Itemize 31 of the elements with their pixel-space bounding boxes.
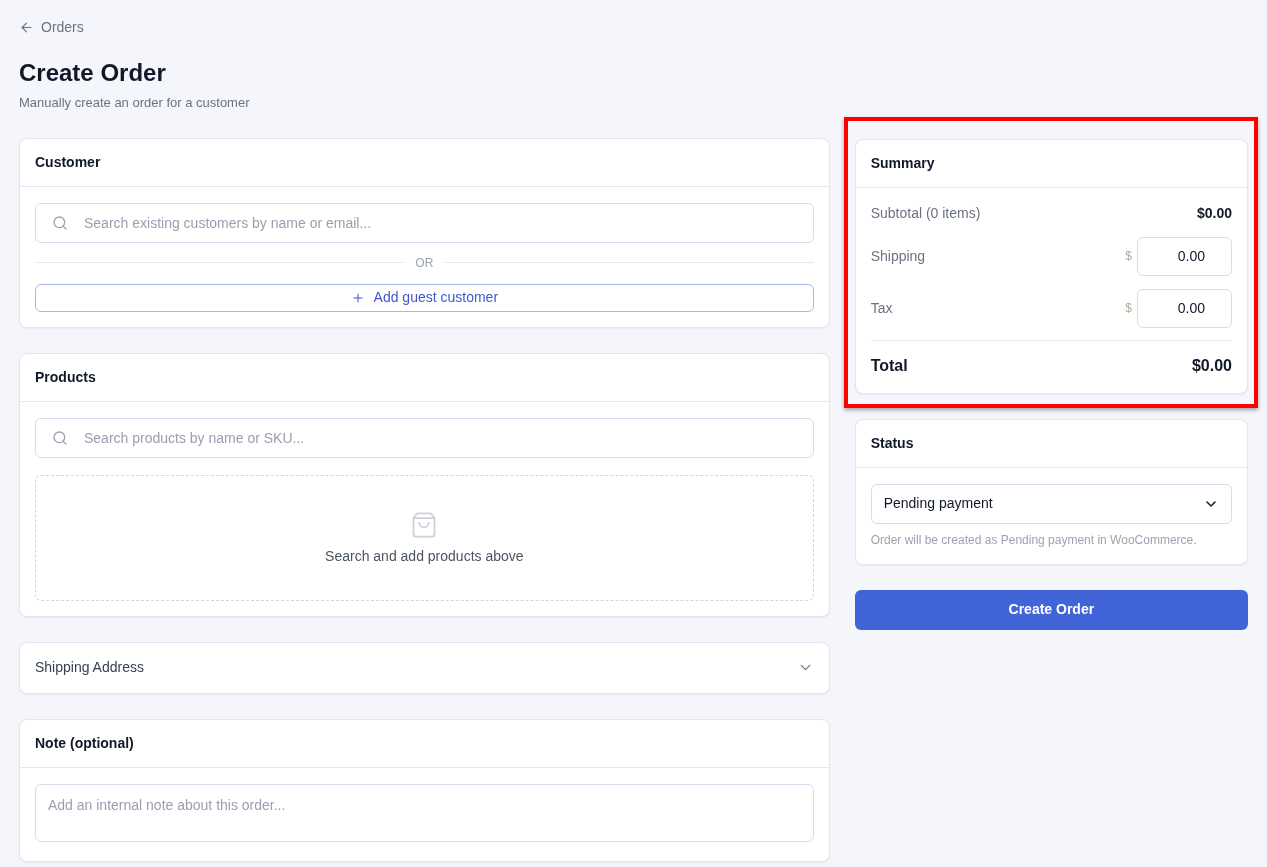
amount-field[interactable]: 0.00 bbox=[1137, 288, 1232, 328]
empty-state-text: Search and add products above bbox=[325, 546, 524, 566]
search-field[interactable]: Search existing customers by name or email... bbox=[35, 202, 814, 243]
note-field[interactable]: Add an internal note about this order... bbox=[35, 783, 814, 842]
row-value: $0.00 bbox=[1196, 204, 1232, 223]
card-title: Products bbox=[35, 367, 96, 387]
add-guest-button[interactable]: Add guest customer bbox=[35, 283, 814, 312]
shipping-address-toggle[interactable]: Shipping Address bbox=[20, 642, 829, 693]
total-label: Total bbox=[870, 355, 908, 376]
search-field[interactable]: Search products by name or SKU... bbox=[35, 417, 814, 458]
plus-icon bbox=[350, 290, 365, 305]
card-title: Summary bbox=[870, 153, 935, 173]
currency-symbol: $ bbox=[1125, 248, 1132, 265]
status-hint: Order will be created as Pending payment in WooCommerce. bbox=[870, 531, 1198, 548]
row-label: Shipping bbox=[870, 246, 926, 266]
amount-field[interactable]: 0.00 bbox=[1137, 236, 1232, 276]
row-label: Subtotal (0 items) bbox=[870, 204, 981, 223]
page-subtitle: Manually create an order for a customer bbox=[19, 93, 251, 112]
card-title: Customer bbox=[35, 152, 101, 172]
card-title: Note (optional) bbox=[35, 733, 134, 753]
card-title: Status bbox=[870, 433, 914, 453]
currency-symbol: $ bbox=[1125, 300, 1132, 317]
back-link[interactable]: Orders bbox=[19, 17, 84, 37]
row-label: Tax bbox=[870, 298, 893, 318]
status-select[interactable]: Pending payment bbox=[870, 483, 1232, 524]
divider-label: OR bbox=[415, 254, 434, 272]
total-value: $0.00 bbox=[1191, 355, 1232, 376]
search-icon bbox=[52, 214, 68, 231]
page-title: Create Order bbox=[19, 57, 167, 88]
search-icon bbox=[52, 429, 68, 446]
create-order-button[interactable]: Create Order bbox=[854, 589, 1248, 630]
